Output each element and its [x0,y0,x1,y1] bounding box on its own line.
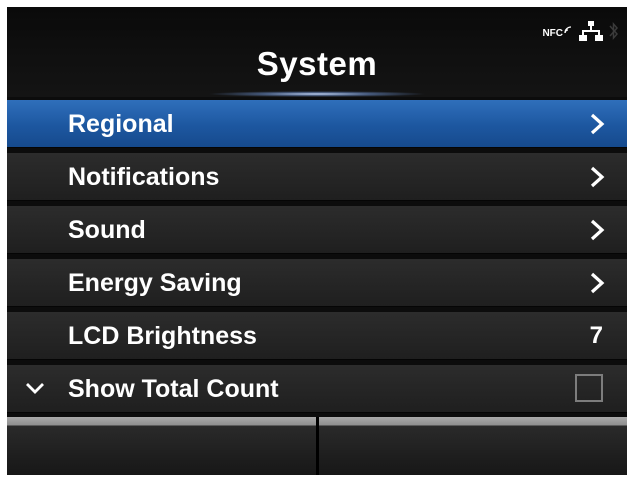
menu-item-notifications[interactable]: Notifications [7,153,627,201]
page-title: System [256,45,378,82]
nfc-label: NFC [542,27,563,39]
network-icon [579,20,603,46]
header-bar: NFC System [7,7,627,97]
nfc-icon: NFC [542,25,573,39]
bluetooth-icon [609,21,619,46]
menu-item-show-total-count[interactable]: Show Total Count [7,365,627,413]
softkey-bar [7,417,627,475]
chevron-right-icon [590,166,605,188]
chevron-right-icon [590,113,605,135]
menu-item-lcd-brightness[interactable]: LCD Brightness 7 [7,312,627,360]
chevron-down-icon [26,383,44,394]
title-underline-glow [207,91,427,97]
menu-item-regional[interactable]: Regional [7,100,627,148]
menu-item-label: Regional [68,110,174,138]
menu-item-label: Show Total Count [68,375,279,403]
menu-item-sound[interactable]: Sound [7,206,627,254]
softkey-right[interactable] [318,417,627,475]
menu-item-label: Sound [68,216,146,244]
lcd-brightness-value: 7 [589,322,603,349]
softkey-left[interactable] [7,417,316,475]
menu-item-label: LCD Brightness [68,322,257,350]
device-screen: NFC System Regional Notifications Sound … [7,7,627,475]
menu-item-energy-saving[interactable]: Energy Saving [7,259,627,307]
menu-item-label: Notifications [68,163,220,191]
show-total-count-checkbox[interactable] [575,374,603,402]
menu-item-label: Energy Saving [68,269,242,297]
status-icons: NFC [542,20,619,46]
chevron-right-icon [590,272,605,294]
chevron-right-icon [590,219,605,241]
